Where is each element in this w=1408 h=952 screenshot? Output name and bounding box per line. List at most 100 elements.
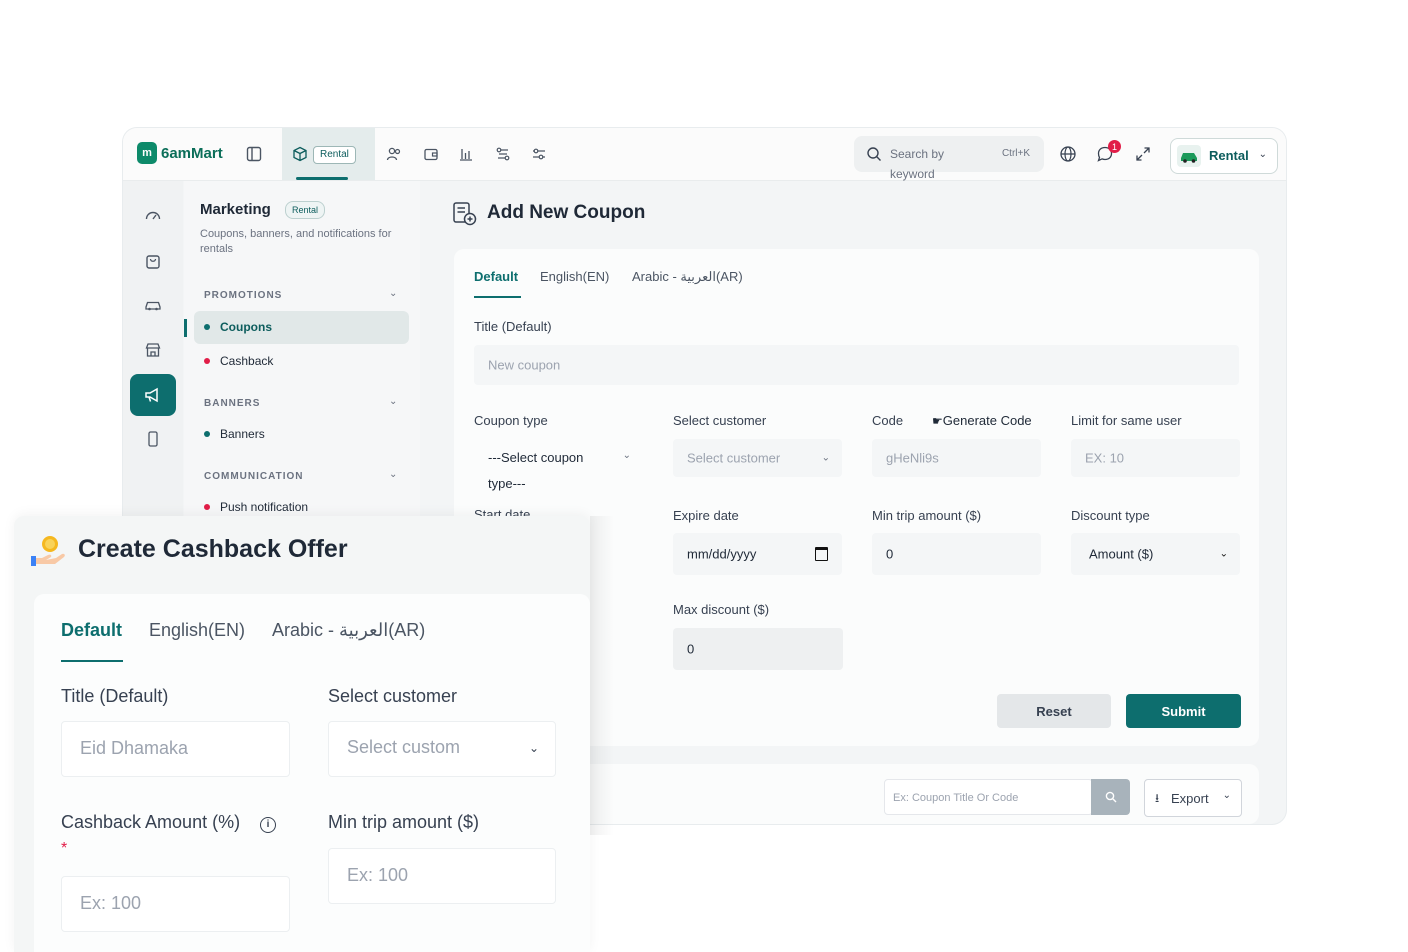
coupon-search-input[interactable]: Ex: Coupon Title Or Code — [884, 779, 1093, 815]
store-icon[interactable] — [143, 340, 163, 360]
module-pill: Rental — [313, 146, 356, 164]
status-dot — [204, 431, 210, 437]
chevron-down-icon: ⌄ — [1258, 149, 1267, 160]
title-label: Title (Default) — [61, 686, 169, 706]
min-trip-placeholder: Ex: 100 — [347, 865, 409, 885]
chevron-down-icon: ⌄ — [528, 741, 539, 755]
vehicle-icon[interactable] — [143, 295, 163, 315]
title-placeholder: New coupon — [488, 357, 561, 373]
title-input[interactable]: Eid Dhamaka — [61, 721, 290, 777]
menu-item-coupons-label[interactable]: Coupons — [220, 320, 272, 334]
module-tab-rental[interactable]: Rental — [282, 128, 375, 180]
search-icon — [1105, 791, 1116, 803]
sliders-icon[interactable] — [529, 144, 549, 164]
min-trip-input[interactable]: Ex: 100 — [328, 848, 556, 904]
title-label: Title (Default) — [474, 319, 552, 334]
chevron-down-icon[interactable]: ⌄ — [389, 396, 397, 407]
cashback-amount-label: Cashback Amount (%) — [61, 812, 241, 832]
title-input[interactable]: New coupon — [474, 345, 1239, 385]
expire-date-value: mm/dd/yyyy — [687, 546, 757, 562]
min-trip-input[interactable]: 0 — [872, 533, 1041, 575]
select-customer-placeholder: Select custom — [347, 737, 461, 757]
logo-text: 6amMart — [161, 144, 223, 162]
mobile-icon[interactable] — [143, 429, 163, 449]
chevron-down-icon: ⌄ — [1219, 548, 1228, 560]
users-icon[interactable] — [384, 144, 404, 164]
download-icon: ⭳ — [1155, 791, 1160, 805]
export-button[interactable]: ⭳ Export ⌄ — [1144, 779, 1242, 817]
cashback-icon — [30, 532, 68, 570]
cashback-amount-input[interactable]: Ex: 100 — [61, 876, 290, 932]
submit-button[interactable]: Submit — [1126, 694, 1241, 728]
tab-default[interactable]: Default — [61, 620, 122, 641]
generate-code-link[interactable]: ☛Generate Code — [932, 413, 1032, 428]
code-label: Code — [872, 413, 904, 428]
panel-shadow — [590, 516, 614, 835]
select-customer-select[interactable]: Select custom ⌄ — [328, 721, 556, 777]
search-placeholder: Search by keyword — [890, 147, 945, 181]
menu-item-banners[interactable]: Banners — [220, 427, 265, 441]
select-customer-select[interactable]: Select customer ⌄ — [673, 439, 842, 477]
coupon-type-select[interactable]: ---Select coupon type--- ⌄ — [474, 439, 643, 491]
max-discount-value: 0 — [687, 641, 695, 657]
coupon-type-value: ---Select coupon type--- — [488, 450, 584, 491]
marketing-rail-button[interactable] — [130, 374, 176, 416]
global-search[interactable]: Search by keyword Ctrl+K — [854, 136, 1044, 181]
limit-input[interactable]: EX: 10 — [1071, 439, 1240, 477]
tab-underline — [61, 660, 123, 662]
tab-default[interactable]: Default — [474, 269, 518, 284]
chevron-down-icon[interactable]: ⌄ — [389, 288, 397, 299]
active-indicator — [184, 319, 187, 337]
menu-item-push-notification[interactable]: Push notification — [220, 500, 308, 514]
top-bar: m 6amMart Rental Search by keyword Ctrl+… — [123, 128, 1286, 181]
cashback-amount-placeholder: Ex: 100 — [80, 893, 142, 913]
coupon-type-label: Coupon type — [474, 413, 548, 428]
search-shortcut: Ctrl+K — [1001, 148, 1030, 159]
module-switcher[interactable]: Rental ⌄ — [1170, 138, 1278, 174]
chart-icon[interactable] — [456, 144, 476, 164]
coupon-search-button[interactable] — [1091, 779, 1130, 815]
tab-underline — [474, 296, 521, 298]
max-discount-input[interactable]: 0 — [673, 628, 843, 670]
code-input[interactable]: gHeNli9s — [872, 439, 1041, 477]
globe-icon[interactable] — [1058, 144, 1078, 164]
discount-type-select[interactable]: Amount ($) ⌄ — [1071, 533, 1240, 575]
section-promotions[interactable]: PROMOTIONS — [204, 290, 282, 301]
discount-type-label: Discount type — [1071, 508, 1150, 523]
box-icon — [290, 144, 310, 164]
calendar-icon[interactable] — [815, 547, 828, 561]
select-customer-label: Select customer — [673, 413, 767, 428]
tab-english[interactable]: English(EN) — [540, 269, 609, 284]
max-discount-label: Max discount ($) — [673, 602, 770, 617]
section-communication[interactable]: COMMUNICATION — [204, 471, 303, 482]
megaphone-icon — [145, 387, 158, 403]
layout-icon[interactable] — [244, 144, 264, 164]
tab-arabic[interactable]: Arabic - العربية(AR) — [632, 269, 743, 285]
bag-icon[interactable] — [143, 251, 163, 271]
page-title: Add New Coupon — [487, 202, 646, 223]
export-label: Export — [1171, 791, 1209, 806]
cashback-form: Default English(EN) Arabic - العربية(AR)… — [34, 594, 590, 952]
reset-button[interactable]: Reset — [997, 694, 1111, 728]
expire-date-input[interactable]: mm/dd/yyyy — [673, 533, 842, 575]
chevron-down-icon[interactable]: ⌄ — [389, 469, 397, 480]
logo-icon: m — [137, 142, 157, 164]
menu-item-cashback[interactable]: Cashback — [220, 354, 273, 368]
cursor-icon: ☛ — [932, 414, 943, 428]
menu-title: Marketing — [200, 201, 271, 218]
limit-placeholder: EX: 10 — [1085, 450, 1125, 466]
expand-icon[interactable] — [1133, 144, 1153, 164]
section-banners[interactable]: BANNERS — [204, 398, 260, 409]
tab-english[interactable]: English(EN) — [149, 620, 245, 641]
coupon-add-icon — [452, 201, 477, 226]
logo[interactable]: m 6amMart — [137, 142, 223, 164]
discount-type-value: Amount ($) — [1089, 546, 1154, 562]
limit-label: Limit for same user — [1071, 413, 1182, 428]
wallet-icon[interactable] — [421, 144, 441, 164]
chevron-down-icon: ⌄ — [1222, 790, 1231, 801]
shuffle-icon[interactable] — [493, 144, 513, 164]
dashboard-icon[interactable] — [143, 205, 163, 225]
tab-arabic[interactable]: Arabic - العربية(AR) — [272, 620, 425, 641]
status-dot — [204, 324, 210, 330]
info-icon[interactable]: i — [260, 817, 276, 833]
